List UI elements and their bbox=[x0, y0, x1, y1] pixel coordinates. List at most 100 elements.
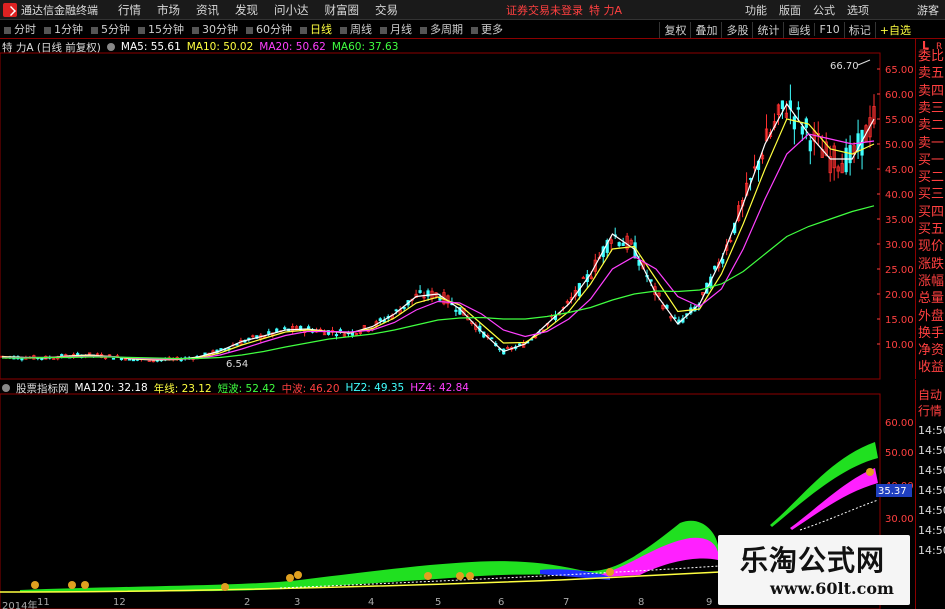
candle bbox=[291, 323, 295, 335]
candle bbox=[840, 153, 844, 174]
chart-frame bbox=[0, 52, 881, 380]
trade-time: 14:50 bbox=[918, 464, 945, 477]
square-icon bbox=[246, 26, 253, 34]
candle bbox=[856, 119, 860, 159]
signal-marker-icon bbox=[424, 572, 432, 580]
candle bbox=[844, 138, 848, 175]
side-label[interactable]: 委比 bbox=[918, 49, 944, 65]
signal-marker-icon bbox=[466, 572, 474, 580]
candle bbox=[506, 345, 510, 349]
menu-item-wealth[interactable]: 财富圈 bbox=[317, 2, 368, 18]
menu-item-discover[interactable]: 发现 bbox=[227, 2, 266, 18]
candle bbox=[76, 351, 80, 356]
tool-adjust-button[interactable]: 复权 bbox=[659, 21, 690, 38]
menu-item-trade[interactable]: 交易 bbox=[367, 2, 406, 18]
period-intraday[interactable]: 分时 bbox=[0, 21, 40, 37]
legend-ma20: MA20: 50.62 bbox=[259, 41, 326, 53]
menu-item-layout[interactable]: 版面 bbox=[773, 2, 807, 18]
period-daily[interactable]: 日线 bbox=[296, 21, 336, 37]
side-label[interactable]: 现价 bbox=[918, 239, 944, 255]
side-label[interactable]: 卖四 bbox=[918, 84, 944, 100]
period-monthly[interactable]: 月线 bbox=[376, 21, 416, 37]
period-60min[interactable]: 60分钟 bbox=[242, 21, 296, 37]
candle bbox=[625, 232, 629, 253]
date-tick: 3 bbox=[294, 597, 301, 608]
candle bbox=[581, 275, 585, 280]
indicator-axis-label: 50.00 bbox=[885, 448, 914, 459]
signal-marker-icon bbox=[294, 571, 302, 579]
side-label[interactable]: 卖一 bbox=[918, 136, 944, 152]
guest-label[interactable]: 游客 bbox=[917, 2, 939, 18]
side-label-auto[interactable]: 行情 bbox=[918, 402, 942, 419]
menu-item-news[interactable]: 资讯 bbox=[188, 2, 227, 18]
candle bbox=[836, 164, 840, 179]
side-label[interactable]: 涨幅 bbox=[918, 274, 944, 290]
signal-marker-icon bbox=[286, 574, 294, 582]
signal-marker-icon bbox=[866, 468, 874, 476]
period-5min[interactable]: 5分钟 bbox=[87, 21, 134, 37]
period-more[interactable]: 更多 bbox=[467, 21, 507, 37]
period-30min[interactable]: 30分钟 bbox=[188, 21, 242, 37]
legend-ma5: MA5: 55.61 bbox=[120, 41, 181, 53]
side-label[interactable]: 收益 bbox=[918, 360, 944, 376]
date-tick: 2 bbox=[244, 597, 251, 608]
menu-item-ask[interactable]: 问小达 bbox=[266, 2, 317, 18]
candle bbox=[872, 94, 876, 129]
signal-marker-icon bbox=[456, 572, 464, 580]
candle bbox=[792, 115, 796, 145]
tool-f10-button[interactable]: F10 bbox=[814, 23, 843, 36]
tool-overlay-button[interactable]: 叠加 bbox=[690, 21, 721, 38]
side-label[interactable]: 卖三 bbox=[918, 101, 944, 117]
price-axis-label: 25.00 bbox=[885, 265, 914, 276]
tool-multi-stock-button[interactable]: 多股 bbox=[721, 21, 752, 38]
side-label[interactable]: 买四 bbox=[918, 205, 944, 221]
menu-item-quotes[interactable]: 行情 bbox=[110, 2, 149, 18]
side-label[interactable]: 买五 bbox=[918, 222, 944, 238]
settings-dot-icon[interactable] bbox=[2, 384, 10, 392]
date-tick: 5 bbox=[435, 597, 442, 608]
side-label[interactable]: 卖五 bbox=[918, 66, 944, 82]
period-weekly[interactable]: 周线 bbox=[336, 21, 376, 37]
period-multi[interactable]: 多周期 bbox=[416, 21, 467, 37]
side-label[interactable]: 买二 bbox=[918, 170, 944, 186]
candle bbox=[490, 337, 494, 340]
square-icon bbox=[471, 26, 478, 34]
side-label[interactable]: 涨跌 bbox=[918, 257, 944, 273]
side-label[interactable]: 买一 bbox=[918, 153, 944, 169]
square-icon bbox=[380, 26, 387, 34]
indicator-title: 股票指标网 bbox=[16, 382, 69, 395]
add-favorite-button[interactable]: +自选 bbox=[874, 21, 915, 38]
price-chart[interactable]: 65.00 60.00 55.00 50.00 45.00 40.00 35.00 30.00… bbox=[0, 39, 945, 380]
menu-item-market[interactable]: 市场 bbox=[149, 2, 188, 18]
legend-year-line: 年线: 23.12 bbox=[153, 382, 212, 395]
side-label[interactable]: 总量 bbox=[918, 291, 944, 307]
side-label[interactable]: 买三 bbox=[918, 187, 944, 203]
login-status[interactable]: 证券交易未登录 bbox=[506, 2, 583, 18]
price-axis-label: 20.00 bbox=[885, 290, 914, 301]
tool-mark-button[interactable]: 标记 bbox=[843, 21, 875, 38]
candle bbox=[40, 358, 44, 361]
side-label[interactable]: 卖二 bbox=[918, 118, 944, 134]
menu-item-options[interactable]: 选项 bbox=[841, 2, 875, 18]
menu-item-functions[interactable]: 功能 bbox=[739, 2, 773, 18]
side-label-auto[interactable]: 自动 bbox=[918, 386, 942, 403]
chart-tools: 复权 叠加 多股 统计 画线 F10 标记 +自选 bbox=[659, 20, 915, 39]
main-chart-pane[interactable]: 65.00 60.00 55.00 50.00 45.00 40.00 35.00 30.00… bbox=[0, 39, 945, 380]
side-label[interactable]: 换手 bbox=[918, 326, 944, 342]
trade-time: 14:50 bbox=[918, 544, 945, 557]
side-label[interactable]: 净资 bbox=[918, 343, 944, 359]
price-axis-label: 30.00 bbox=[885, 240, 914, 251]
tool-draw-button[interactable]: 画线 bbox=[783, 21, 814, 38]
min-price-label: 6.54 bbox=[226, 359, 248, 370]
candle bbox=[764, 114, 769, 142]
app-title: 通达信金融终端 bbox=[21, 3, 98, 17]
price-axis-label: 60.00 bbox=[885, 90, 914, 101]
tool-stats-button[interactable]: 统计 bbox=[752, 21, 783, 38]
square-icon bbox=[420, 26, 427, 34]
period-15min[interactable]: 15分钟 bbox=[134, 21, 188, 37]
settings-dot-icon[interactable] bbox=[106, 43, 115, 51]
side-label[interactable]: 外盘 bbox=[918, 309, 944, 325]
period-1min[interactable]: 1分钟 bbox=[40, 21, 87, 37]
menu-item-formula[interactable]: 公式 bbox=[807, 2, 841, 18]
app-logo-icon bbox=[3, 2, 17, 17]
